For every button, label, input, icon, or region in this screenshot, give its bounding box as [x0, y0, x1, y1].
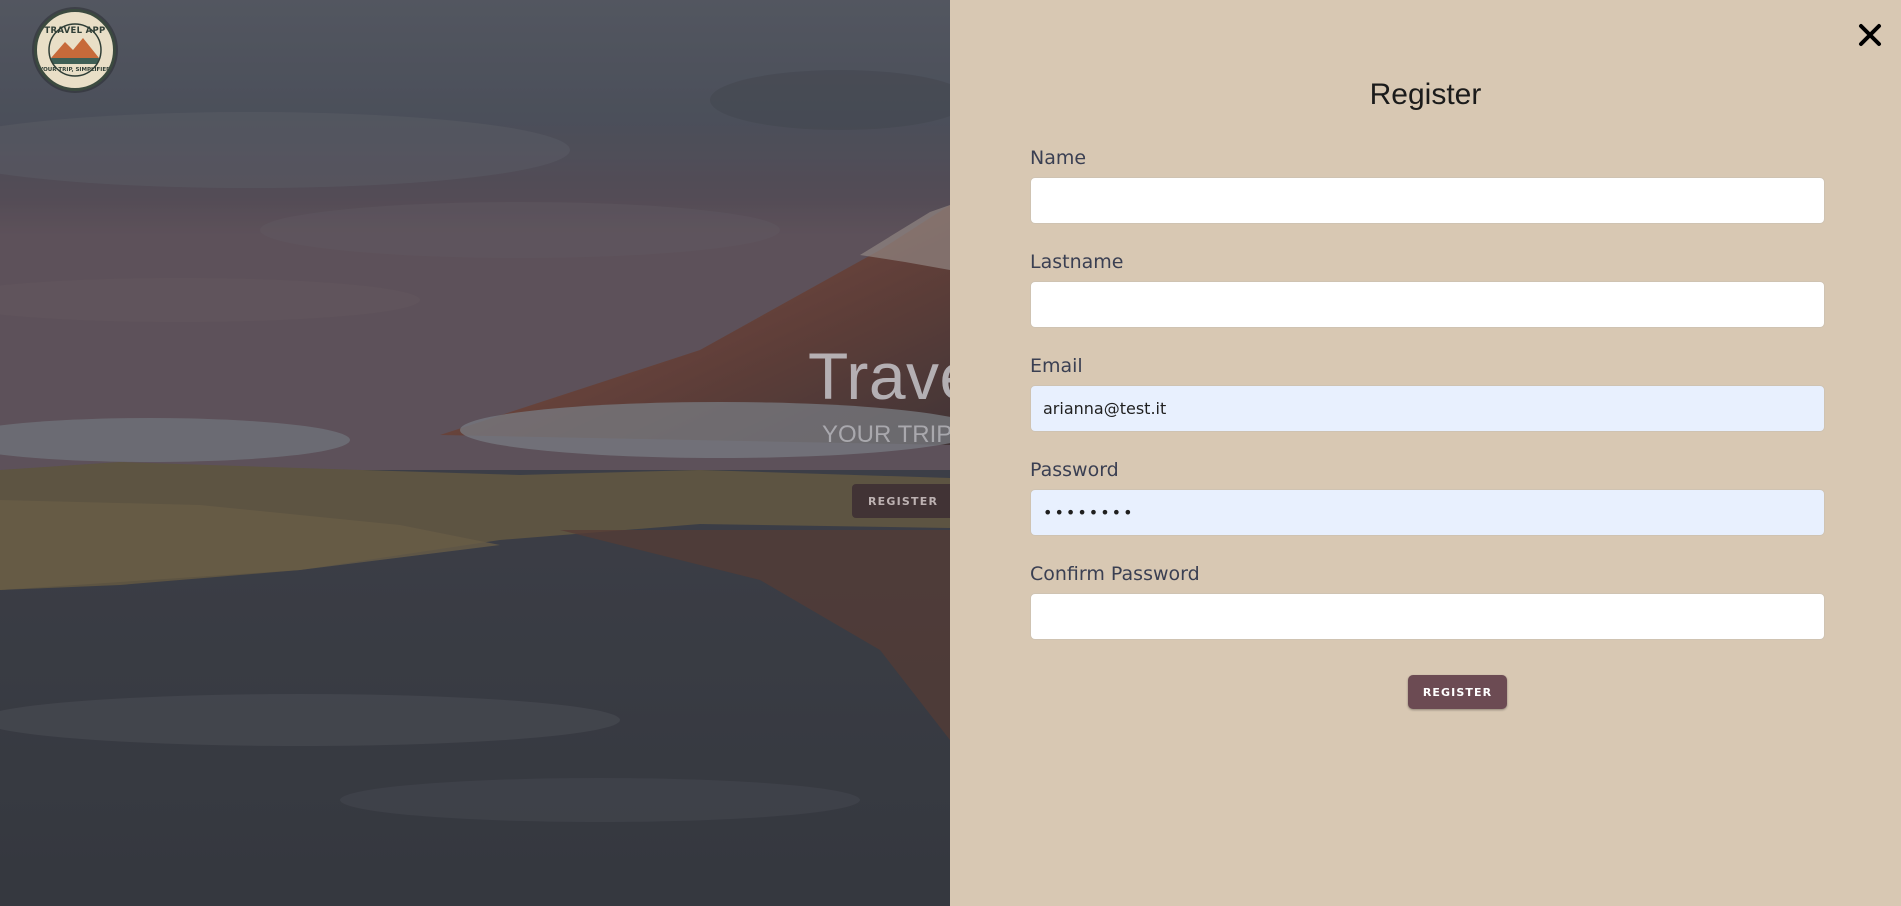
logo-emblem-icon	[48, 23, 102, 77]
logo-bottom-text: YOUR TRIP, SIMPLIFIED	[39, 67, 111, 73]
lastname-input[interactable]	[1030, 281, 1825, 328]
password-label: Password	[1030, 459, 1119, 481]
close-icon	[1859, 24, 1881, 46]
name-input[interactable]	[1030, 177, 1825, 224]
confirm-password-field-group: Confirm Password	[1030, 563, 1825, 667]
register-title: Register	[1369, 78, 1482, 111]
email-field-group: Email	[1030, 355, 1825, 459]
hero-subtitle: YOUR TRIP,	[822, 421, 956, 448]
password-field-group: Password	[1030, 459, 1825, 563]
name-field-group: Name	[1030, 147, 1825, 251]
register-form: Name Lastname Email Password Confirm Pas…	[1030, 147, 1825, 709]
logo-top-text: TRAVEL APP	[44, 26, 106, 36]
name-label: Name	[1030, 147, 1087, 169]
register-panel: Register Name Lastname Email Password Co…	[950, 0, 1901, 906]
confirm-password-label: Confirm Password	[1030, 563, 1200, 585]
close-button[interactable]	[1855, 20, 1885, 50]
lastname-label: Lastname	[1030, 251, 1124, 273]
password-input[interactable]	[1030, 489, 1825, 536]
travel-app-logo[interactable]: TRAVEL APP YOUR TRIP, SIMPLIFIED	[34, 9, 116, 91]
confirm-password-input[interactable]	[1030, 593, 1825, 640]
email-input[interactable]	[1030, 385, 1825, 432]
email-label: Email	[1030, 355, 1083, 377]
register-submit-button[interactable]: REGISTER	[1408, 675, 1507, 709]
lastname-field-group: Lastname	[1030, 251, 1825, 355]
